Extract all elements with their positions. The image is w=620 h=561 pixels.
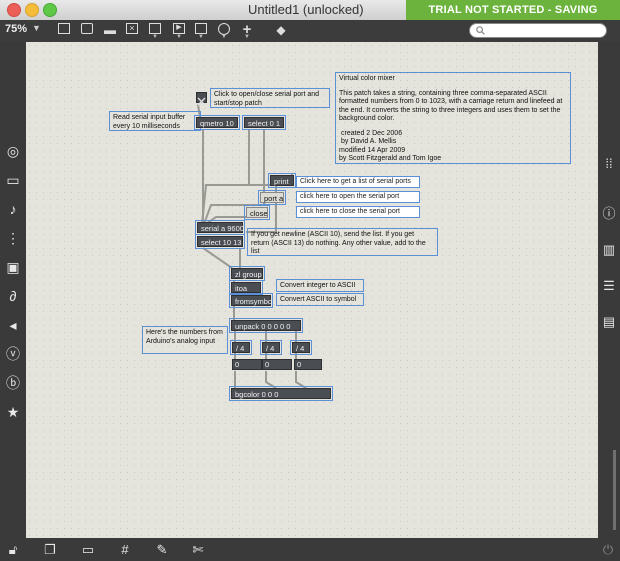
grid-icon[interactable]: # bbox=[117, 542, 133, 558]
right-sidebar: ⁞⁞ ⓘ ▥ ☰ ▤ bbox=[598, 42, 620, 538]
object-qmetro[interactable]: qmetro 10 bbox=[194, 115, 240, 130]
object-divide-2[interactable]: / 4 bbox=[260, 340, 282, 355]
info-title: Virtual color mixer bbox=[339, 75, 395, 82]
comment-newline: If you get newline (ASCII 10), send the … bbox=[247, 228, 438, 256]
bottom-bar: 🔓︎ ❐ ▭ # ✎ ✄ ⏻ bbox=[0, 538, 620, 561]
object-divide-3[interactable]: / 4 bbox=[290, 340, 312, 355]
info-created: created 2 Dec 2006 bbox=[341, 129, 403, 137]
comment-read-buffer: Read serial input buffer every 10 millis… bbox=[109, 111, 201, 131]
object-bgcolor[interactable]: bgcolor 0 0 0 bbox=[229, 386, 333, 401]
object-select-10-13[interactable]: select 10 13 bbox=[195, 234, 245, 249]
v-circle-icon[interactable]: ⓥ bbox=[5, 346, 21, 362]
comment-list-ports: Click here to get a list of serial ports bbox=[296, 176, 420, 188]
keyboard-icon[interactable]: ▭ bbox=[5, 172, 21, 188]
music-note-icon[interactable]: ♪ bbox=[5, 201, 21, 217]
object-unpack[interactable]: unpack 0 0 0 0 0 bbox=[229, 318, 303, 333]
info-by: by David A. Mellis bbox=[341, 138, 397, 145]
trial-banner: TRIAL NOT STARTED - SAVING DISABLED bbox=[406, 0, 620, 36]
presentation-icon[interactable]: ▭ bbox=[80, 542, 96, 558]
number-box-1[interactable]: 0 bbox=[232, 359, 262, 370]
b-circle-icon[interactable]: ⓑ bbox=[5, 375, 21, 391]
wrench-icon[interactable]: ✄ bbox=[190, 542, 206, 558]
message-box-icon[interactable] bbox=[79, 22, 95, 38]
comment-icon[interactable]: ▬ bbox=[102, 22, 118, 38]
play-box-icon[interactable]: ▶ ▼ bbox=[171, 22, 187, 40]
comment-toggle-hint: Click to open/close serial port and star… bbox=[210, 88, 330, 108]
object-fromsymbol[interactable]: fromsymbol bbox=[229, 293, 274, 308]
comment-open-port: click here to open the serial port bbox=[296, 191, 420, 203]
number-box-2[interactable]: 0 bbox=[262, 359, 292, 370]
paint-bucket-icon[interactable]: ◆ bbox=[273, 22, 289, 38]
number-box-3[interactable]: 0 bbox=[294, 359, 322, 370]
grid-dots-icon[interactable]: ⁞⁞ bbox=[601, 156, 617, 172]
number-icon[interactable]: ▼ bbox=[147, 22, 163, 40]
slider-icon[interactable]: ▼ bbox=[193, 22, 209, 40]
wand-icon[interactable]: ✎ bbox=[154, 542, 170, 558]
star-icon[interactable]: ★ bbox=[5, 404, 21, 420]
serial-toggle[interactable] bbox=[196, 92, 207, 106]
zoom-window-button[interactable] bbox=[43, 3, 57, 17]
zoom-level[interactable]: 75% bbox=[5, 23, 27, 35]
comment-arduino: Here's the numbers from Arduino's analog… bbox=[142, 326, 228, 354]
comment-convert-int: Convert integer to ASCII bbox=[276, 279, 364, 292]
sliders-icon[interactable]: ⋮ bbox=[5, 230, 21, 246]
patcher-canvas[interactable]: Click to open/close serial port and star… bbox=[26, 42, 598, 538]
object-divide-1[interactable]: / 4 bbox=[230, 340, 252, 355]
add-icon[interactable]: + ▼ bbox=[239, 22, 255, 41]
comment-convert-ascii: Convert ASCII to symbol bbox=[276, 293, 364, 306]
info-modified: modified 14 Apr 2009 bbox=[339, 146, 406, 154]
zoom-chevron-down-icon[interactable]: ▼ bbox=[32, 23, 41, 33]
book-open-icon[interactable]: ▤ bbox=[601, 314, 617, 330]
bang-toggle-icon[interactable]: × bbox=[124, 22, 140, 38]
comment-close-port: click here to close the serial port bbox=[296, 206, 420, 218]
comment-info: Virtual color mixer This patch takes a s… bbox=[335, 72, 571, 164]
book-icon[interactable]: ▥ bbox=[601, 242, 617, 258]
search-icon bbox=[476, 26, 485, 35]
left-sidebar: ◎ ▭ ♪ ⋮ ▣ ∂ ◂ ⓥ ⓑ ★ bbox=[0, 42, 26, 538]
object-zl-group[interactable]: zl group bbox=[229, 266, 265, 281]
image-icon[interactable]: ▣ bbox=[5, 259, 21, 275]
patcher-toolbar: 75% ▼ ▬ × ▼ ▶ ▼ ▼ ▼ + ▼ ◆ bbox=[0, 20, 620, 43]
toggle-x-icon bbox=[197, 97, 206, 106]
minimize-window-button[interactable] bbox=[25, 3, 39, 17]
close-window-button[interactable] bbox=[7, 3, 21, 17]
audio-meter bbox=[613, 450, 616, 530]
lock-icon[interactable]: 🔓︎ bbox=[5, 542, 21, 558]
target-icon[interactable]: ◎ bbox=[5, 143, 21, 159]
search-input[interactable] bbox=[469, 23, 607, 38]
title-bar: Untitled1 (unlocked) TRIAL NOT STARTED -… bbox=[0, 0, 620, 36]
object-serial[interactable]: serial a 9600 bbox=[195, 220, 245, 235]
info-body: This patch takes a string, containing th… bbox=[339, 89, 563, 123]
info-by2: by Scott Fitzgerald and Tom Igoe bbox=[339, 155, 442, 162]
windows-icon[interactable]: ❐ bbox=[42, 542, 58, 558]
power-icon[interactable]: ⏻ bbox=[600, 542, 616, 558]
object-itoa[interactable]: itoa bbox=[229, 280, 263, 295]
paperclip-icon[interactable]: ∂ bbox=[5, 288, 21, 304]
list-icon[interactable]: ☰ bbox=[601, 278, 617, 294]
info-icon[interactable]: ⓘ bbox=[601, 206, 617, 222]
object-print[interactable]: print bbox=[268, 173, 296, 188]
new-object-icon[interactable] bbox=[56, 22, 72, 38]
dial-icon[interactable]: ▼ bbox=[216, 22, 232, 40]
message-port-a[interactable]: port a bbox=[258, 190, 286, 205]
plug-icon[interactable]: ◂ bbox=[5, 317, 21, 333]
object-select-0-1[interactable]: select 0 1 bbox=[242, 115, 286, 130]
window-title: Untitled1 (unlocked) bbox=[248, 2, 364, 17]
message-close[interactable]: close bbox=[244, 205, 270, 220]
